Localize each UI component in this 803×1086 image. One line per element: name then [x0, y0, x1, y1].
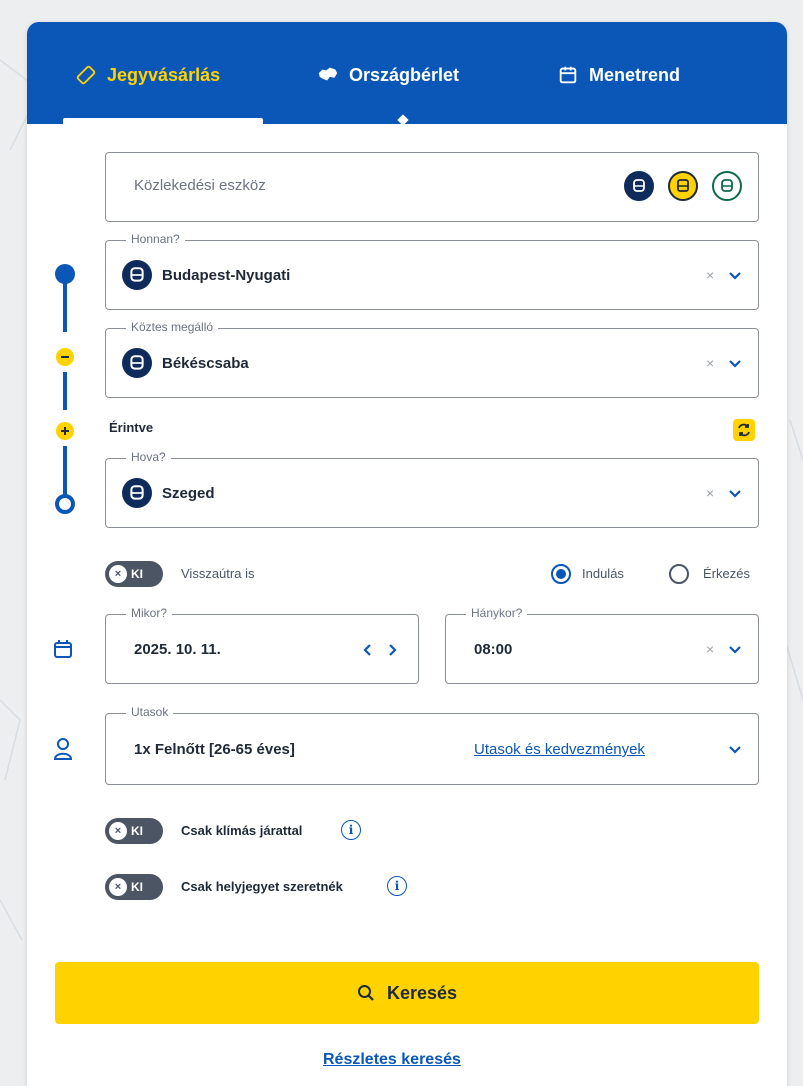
clear-via-icon[interactable]: ×	[706, 355, 714, 371]
clear-time-icon[interactable]: ×	[706, 641, 714, 657]
to-legend: Hova?	[126, 450, 171, 464]
train-station-icon	[122, 348, 152, 378]
bus-mode-icon[interactable]	[668, 171, 698, 201]
transport-placeholder: Közlekedési eszköz	[134, 177, 266, 194]
clear-from-icon[interactable]: ×	[706, 267, 714, 283]
toggle-off-icon: ×	[109, 878, 127, 896]
route-start-dot	[55, 264, 75, 284]
passengers-discounts-link[interactable]: Utasok és kedvezmények	[474, 741, 645, 758]
tab-orszagberlet[interactable]: Országbérlet	[317, 60, 459, 90]
date-legend: Mikor?	[126, 606, 173, 620]
date-field[interactable]: Mikor? 2025. 10. 11.	[105, 606, 419, 684]
via-field[interactable]: Köztes megálló Békéscsaba ×	[105, 320, 759, 398]
hungary-map-icon	[318, 67, 338, 81]
info-icon[interactable]: i	[387, 876, 407, 896]
tab-bar: Jegyvásárlás Országbérlet Menetrend	[27, 22, 787, 126]
active-tab-indicator	[63, 118, 263, 124]
search-icon	[357, 985, 374, 1001]
route-end-dot	[55, 494, 75, 514]
chevron-down-icon[interactable]	[728, 271, 742, 281]
train-station-icon	[122, 478, 152, 508]
train-station-icon	[122, 260, 152, 290]
chevron-down-icon[interactable]	[728, 489, 742, 499]
detailed-search-link[interactable]: Részletes keresés	[323, 1051, 461, 1069]
ticket-search-card: Jegyvásárlás Országbérlet Menetrend Közl…	[27, 22, 787, 1086]
search-button[interactable]: Keresés	[55, 962, 759, 1024]
via-legend: Köztes megálló	[126, 320, 219, 334]
route-line-2	[63, 372, 67, 410]
via-value: Békéscsaba	[162, 355, 249, 372]
train-mode-icon[interactable]	[624, 171, 654, 201]
to-value: Szeged	[162, 485, 215, 502]
from-value: Budapest-Nyugati	[162, 267, 291, 284]
arrival-label: Érkezés	[703, 566, 750, 581]
swap-icon	[738, 423, 750, 437]
chevron-down-icon[interactable]	[728, 359, 742, 369]
time-value: 08:00	[474, 641, 513, 658]
departure-label: Indulás	[582, 566, 624, 581]
info-icon[interactable]: i	[341, 820, 361, 840]
touch-label: Érintve	[109, 420, 154, 435]
chevron-down-icon[interactable]	[728, 745, 742, 755]
calendar-icon	[559, 66, 577, 84]
tab-label: Országbérlet	[349, 64, 460, 85]
return-trip-toggle[interactable]: × KI	[105, 561, 163, 587]
toggle-off-icon: ×	[109, 565, 127, 583]
time-legend: Hánykor?	[466, 606, 528, 620]
to-field[interactable]: Hova? Szeged ×	[105, 450, 759, 528]
passengers-field[interactable]: Utasok 1x Felnőtt [26-65 éves] Utasok és…	[105, 705, 759, 785]
calendar-icon	[54, 640, 72, 658]
person-icon	[53, 738, 73, 760]
tab-label: Menetrend	[589, 64, 681, 85]
tab-menetrend[interactable]: Menetrend	[557, 60, 680, 90]
passengers-legend: Utasok	[126, 705, 174, 719]
transport-mode-field[interactable]: Közlekedési eszköz	[105, 152, 759, 222]
clear-to-icon[interactable]: ×	[706, 485, 714, 501]
ticket-icon	[76, 65, 96, 85]
tab-notch	[397, 114, 409, 126]
return-trip-label: Visszaútra is	[181, 566, 255, 581]
chevron-right-icon[interactable]	[388, 643, 398, 657]
seat-reservation-label: Csak helyjegyet szeretnék	[181, 879, 343, 894]
ac-only-toggle[interactable]: × KI	[105, 818, 163, 844]
chevron-down-icon[interactable]	[728, 645, 742, 655]
departure-radio[interactable]	[551, 564, 571, 584]
swap-stations-button[interactable]	[733, 419, 755, 441]
toggle-off-icon: ×	[109, 822, 127, 840]
remove-stop-icon[interactable]	[56, 348, 74, 366]
date-value: 2025. 10. 11.	[134, 641, 221, 658]
time-field[interactable]: Hánykor? 08:00 ×	[445, 606, 759, 684]
passengers-value: 1x Felnőtt [26-65 éves]	[134, 741, 295, 758]
seat-reservation-toggle[interactable]: × KI	[105, 874, 163, 900]
tram-mode-icon[interactable]	[712, 171, 742, 201]
ac-only-label: Csak klímás járattal	[181, 823, 303, 838]
tab-jegyvasarlas[interactable]: Jegyvásárlás	[75, 60, 220, 90]
from-legend: Honnan?	[126, 232, 185, 246]
route-line-1	[63, 282, 67, 332]
chevron-left-icon[interactable]	[362, 643, 372, 657]
from-field[interactable]: Honnan? Budapest-Nyugati ×	[105, 232, 759, 310]
route-line-3	[63, 446, 67, 498]
search-button-label: Keresés	[386, 982, 458, 1003]
arrival-radio[interactable]	[669, 564, 689, 584]
add-stop-icon[interactable]	[56, 422, 74, 440]
tab-label: Jegyvásárlás	[107, 64, 221, 85]
